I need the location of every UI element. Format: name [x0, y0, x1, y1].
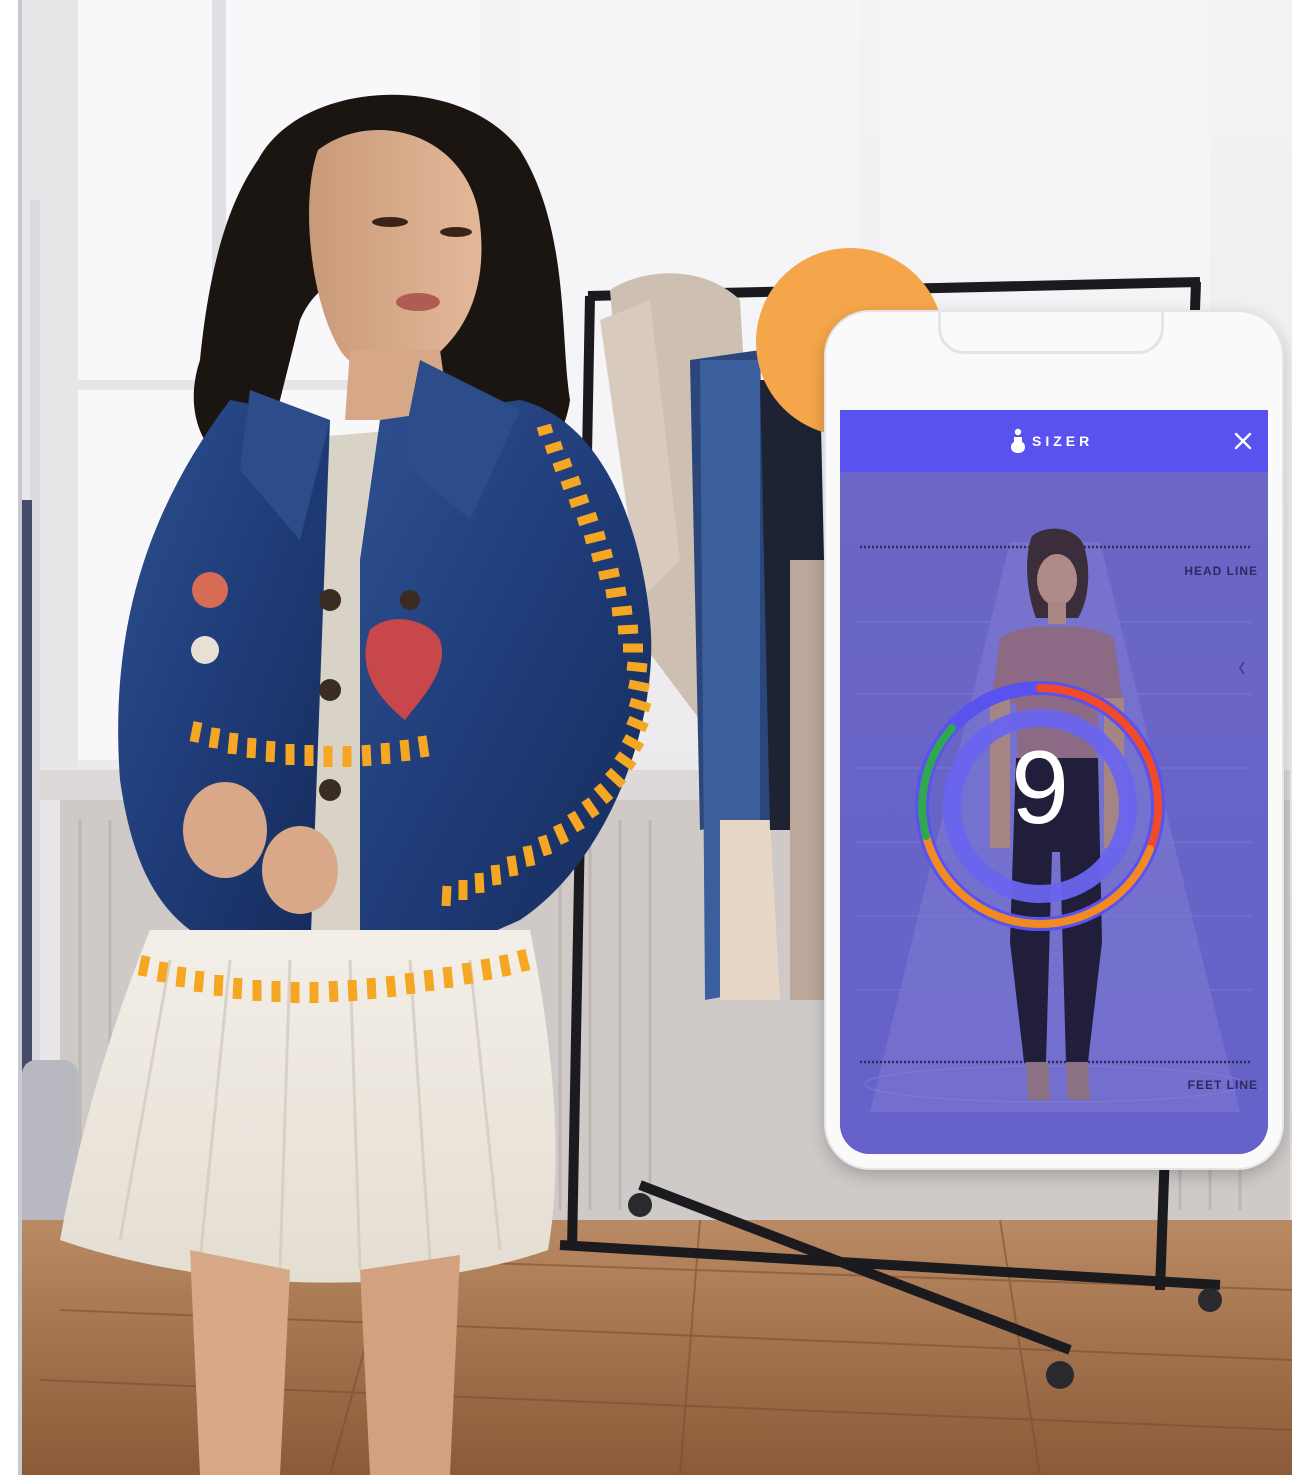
close-button[interactable] — [1228, 426, 1258, 456]
feet-line-label: FEET LINE — [1187, 1078, 1258, 1092]
countdown-number: 9 — [1011, 730, 1069, 846]
phone-mockup: SIZER HEAD LINE FEET LINE 9 — [826, 312, 1282, 1168]
sizer-person-logo-icon — [1011, 428, 1025, 453]
camera-preview: HEAD LINE FEET LINE 9 — [840, 472, 1268, 1154]
app-header: SIZER — [840, 410, 1268, 472]
sizer-app-screen: SIZER HEAD LINE FEET LINE 9 — [840, 410, 1268, 1154]
close-icon — [1234, 432, 1252, 450]
head-line-label: HEAD LINE — [1184, 564, 1258, 578]
brand: SIZER — [1010, 426, 1093, 456]
brand-name: SIZER — [1032, 433, 1094, 449]
phone-notch — [938, 312, 1164, 354]
stage: SIZER HEAD LINE FEET LINE 9 — [0, 0, 1292, 1475]
